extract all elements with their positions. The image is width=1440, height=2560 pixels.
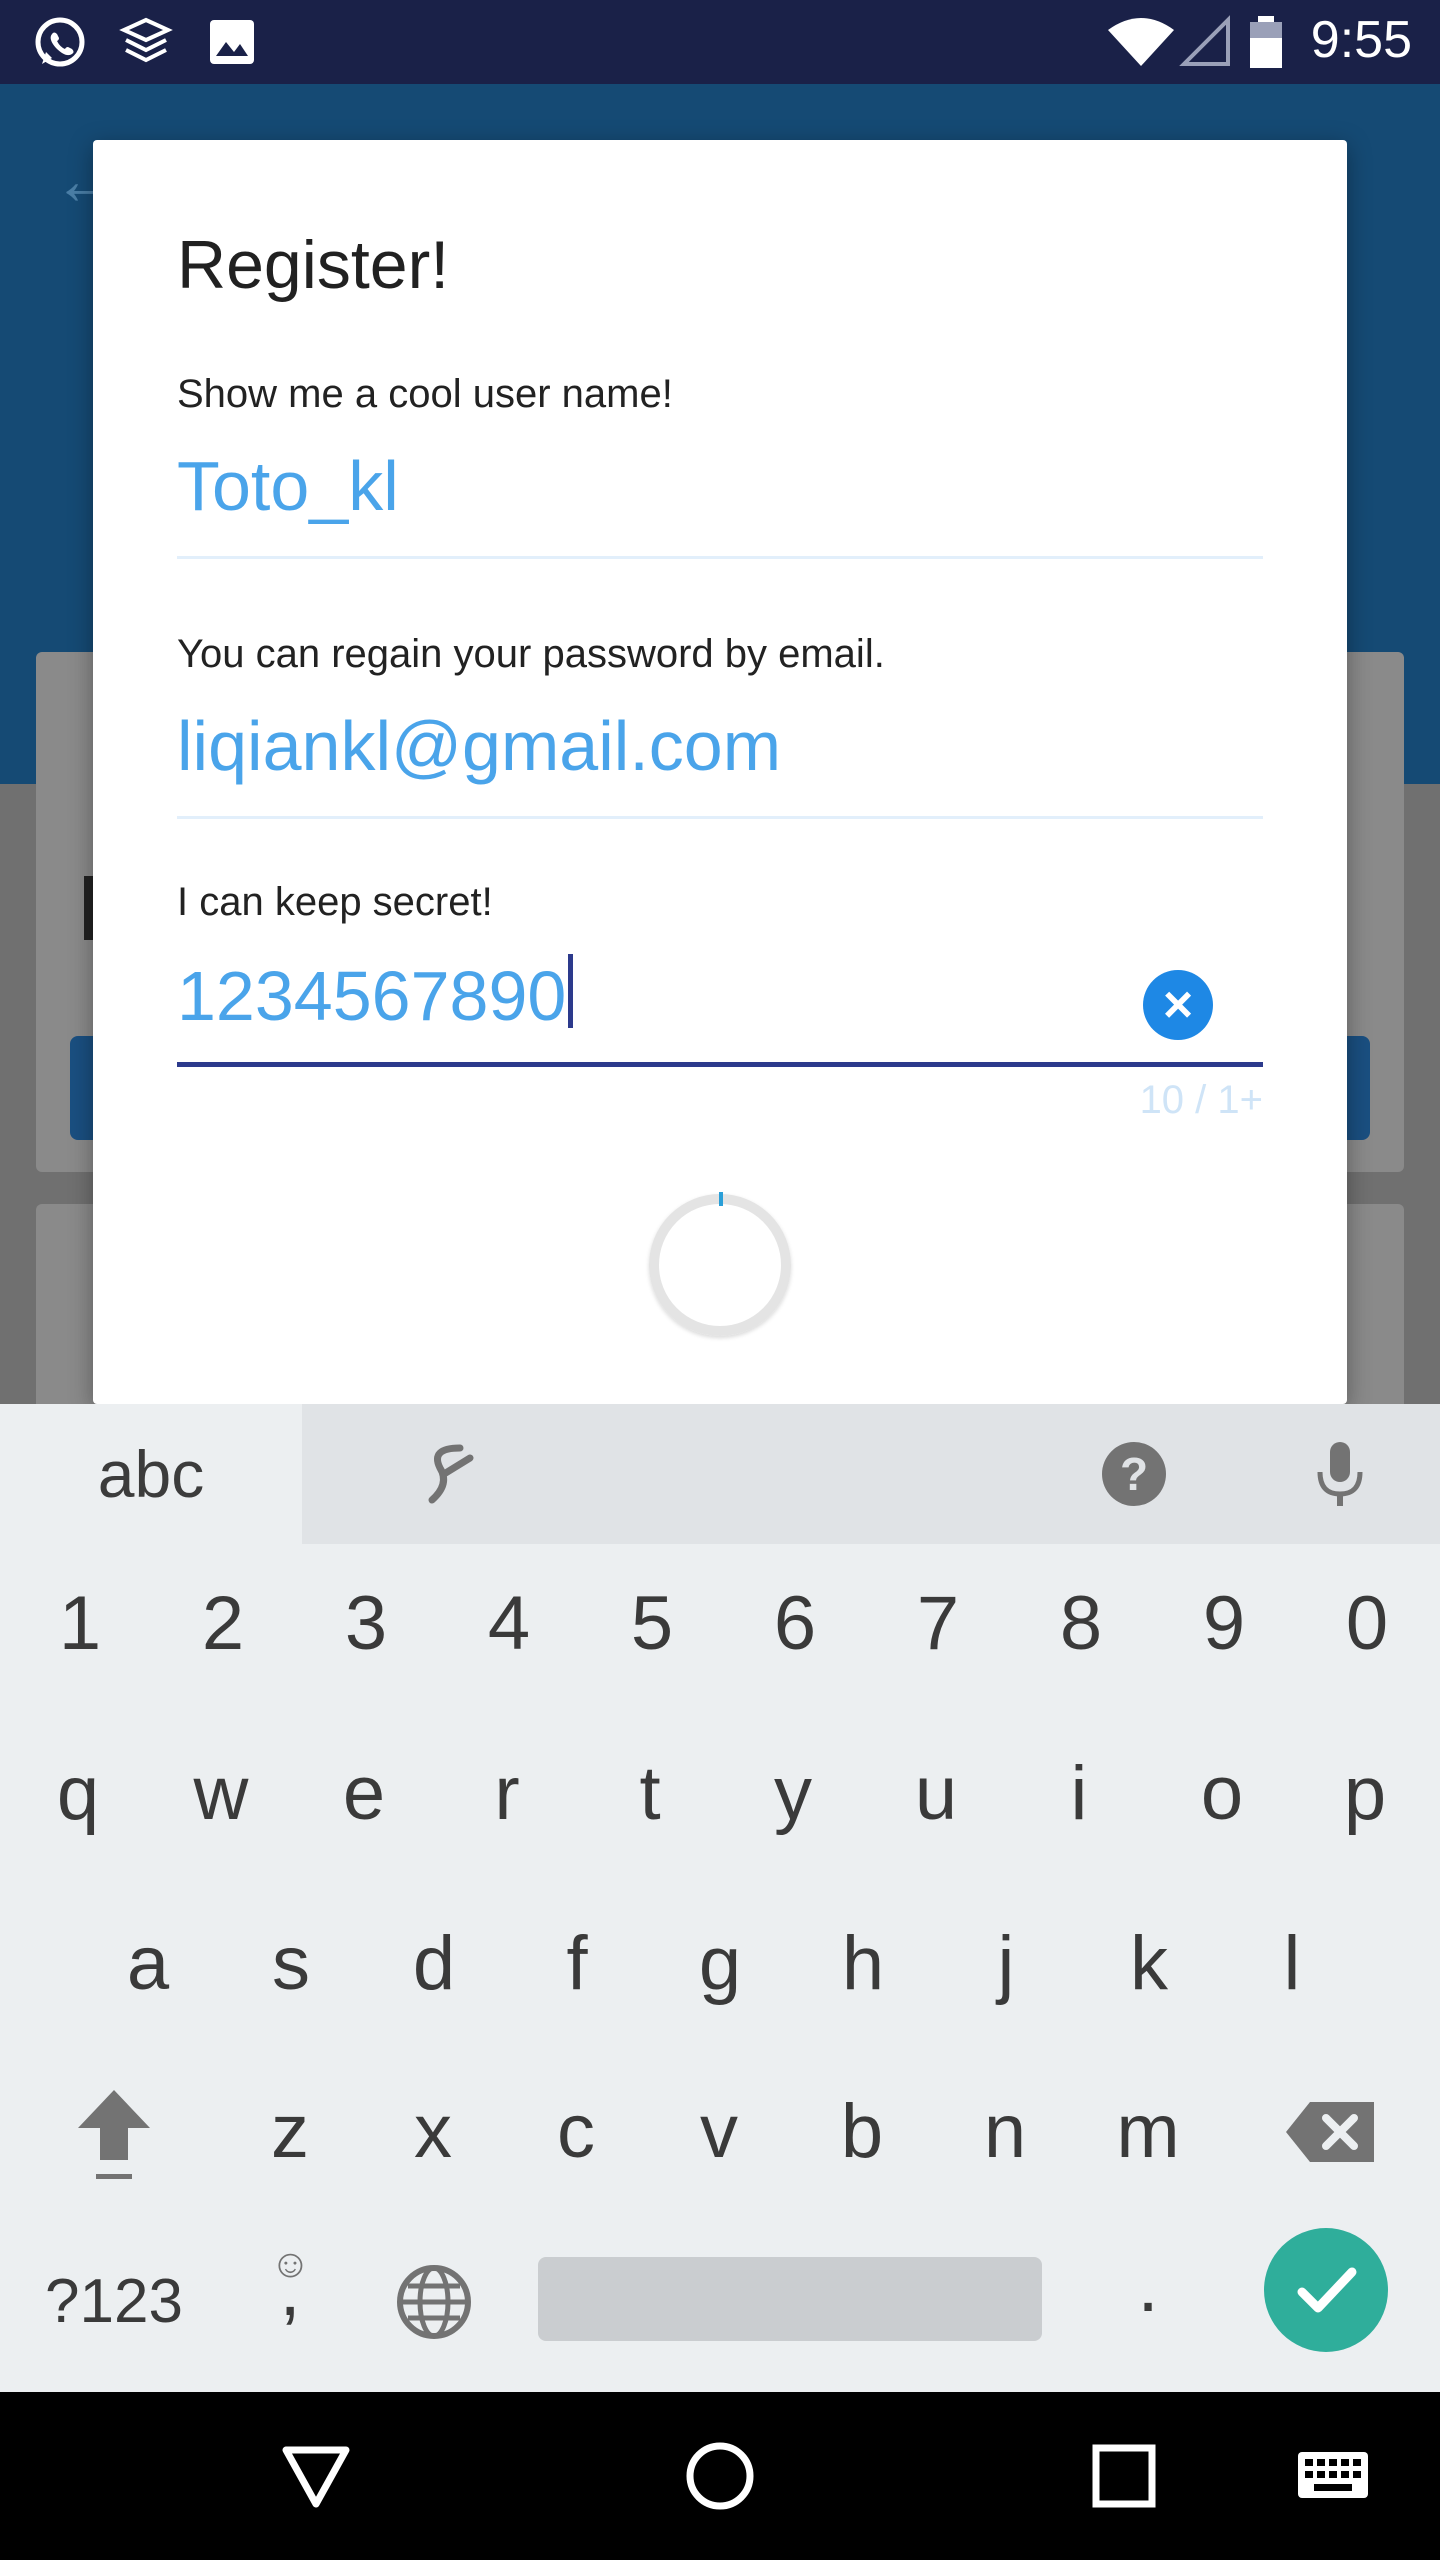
letter-key[interactable]: y [723,1734,863,1854]
letter-key[interactable]: j [936,1904,1076,2024]
letter-key[interactable]: x [363,2072,503,2192]
number-key[interactable]: 5 [582,1564,722,1684]
emoji-comma-key[interactable]: ☺ , [220,2230,360,2350]
letter-key[interactable]: g [650,1904,790,2024]
home-circle-icon[interactable] [680,2436,760,2516]
period-key[interactable]: . [1078,2226,1218,2346]
password-underline [177,1062,1263,1067]
letter-key[interactable]: i [1009,1734,1149,1854]
letter-key[interactable]: w [151,1734,291,1854]
letter-key[interactable]: r [437,1734,577,1854]
backspace-icon[interactable] [1256,2072,1396,2192]
svg-text:?: ? [1120,1448,1148,1500]
whatsapp-icon [35,17,85,67]
number-key[interactable]: 3 [296,1564,436,1684]
number-key[interactable]: 8 [1011,1564,1151,1684]
username-underline [177,556,1263,559]
back-triangle-icon[interactable] [276,2436,356,2516]
letter-key[interactable]: m [1078,2072,1218,2192]
keyboard-toolbar: abc ? [0,1404,1440,1544]
image-icon [210,20,254,64]
checkmark-icon [1297,2267,1357,2313]
dialog-title: Register! [177,227,450,303]
number-key[interactable]: 9 [1154,1564,1294,1684]
letter-key[interactable]: l [1222,1904,1362,2024]
microphone-icon[interactable] [1304,1438,1376,1510]
register-dialog: Register! Show me a cool user name! Toto… [93,140,1347,1404]
character-counter: 10 / 1+ [1139,1078,1263,1122]
email-underline [177,816,1263,819]
number-key[interactable]: 1 [10,1564,150,1684]
username-field[interactable]: Toto_kl [177,446,399,526]
symbols-key[interactable]: ?123 [44,2242,184,2362]
wifi-icon [1108,18,1174,66]
letter-key[interactable]: b [792,2072,932,2192]
number-key[interactable]: 0 [1297,1564,1437,1684]
letter-key[interactable]: n [935,2072,1075,2192]
number-key[interactable]: 6 [725,1564,865,1684]
letter-key[interactable]: q [8,1734,148,1854]
text-caret [568,954,574,1028]
number-key[interactable]: 7 [868,1564,1008,1684]
letter-key[interactable]: c [506,2072,646,2192]
letter-key[interactable]: k [1079,1904,1219,2024]
letter-key[interactable]: f [507,1904,647,2024]
battery-icon [1250,16,1282,68]
letter-key[interactable]: u [866,1734,1006,1854]
number-key[interactable]: 2 [153,1564,293,1684]
status-bar: 9:55 [0,0,1440,84]
letter-key[interactable]: d [364,1904,504,2024]
password-label: I can keep secret! [177,880,493,924]
keyboard-switch-icon[interactable] [1296,2436,1370,2516]
clock-time: 9:55 [1310,11,1412,69]
space-bar[interactable] [538,2257,1042,2341]
enter-key[interactable] [1264,2228,1388,2352]
letter-key[interactable]: z [220,2072,360,2192]
recents-square-icon[interactable] [1084,2436,1164,2516]
signal-icon [1179,15,1230,66]
emoji-icon: ☺ [270,2242,311,2286]
letter-key[interactable]: p [1295,1734,1435,1854]
navigation-bar [0,2392,1440,2560]
password-field[interactable]: 1234567890 [177,954,574,1036]
loading-spinner [649,1194,791,1336]
letter-key[interactable]: o [1152,1734,1292,1854]
handwriting-icon[interactable] [410,1438,490,1510]
help-icon[interactable]: ? [1098,1438,1170,1510]
clear-input-button[interactable]: × [1143,970,1213,1040]
soft-keyboard: abc ? 1234567890 qwertyuiop asdfghjkl zx… [0,1404,1440,2392]
email-field[interactable]: liqiankl@gmail.com [177,706,781,786]
number-key[interactable]: 4 [439,1564,579,1684]
globe-icon[interactable] [394,2262,474,2342]
keyboard-mode-abc[interactable]: abc [0,1404,302,1544]
letter-key[interactable]: h [793,1904,933,2024]
layers-app-icon [119,17,173,63]
spinner-progress-mark [719,1192,723,1206]
letter-key[interactable]: a [78,1904,218,2024]
shift-icon[interactable] [44,2072,184,2192]
letter-key[interactable]: s [221,1904,361,2024]
letter-key[interactable]: v [649,2072,789,2192]
username-label: Show me a cool user name! [177,372,673,416]
letter-key[interactable]: e [294,1734,434,1854]
email-label: You can regain your password by email. [177,632,885,676]
letter-key[interactable]: t [580,1734,720,1854]
password-value: 1234567890 [177,957,567,1035]
